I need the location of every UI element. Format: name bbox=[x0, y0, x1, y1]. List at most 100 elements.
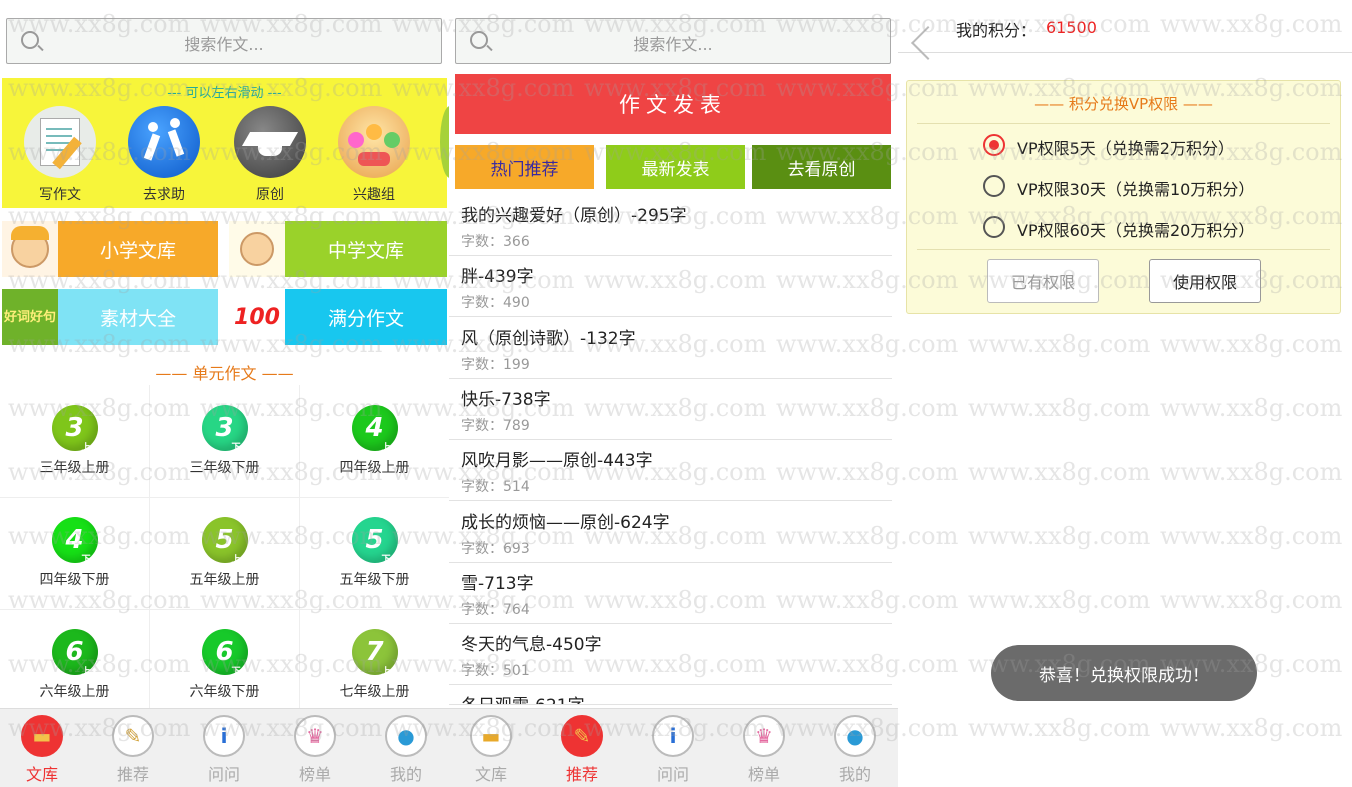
folder-icon: ▬ bbox=[21, 715, 63, 757]
grade-label: 四年级下册 bbox=[39, 572, 110, 588]
article-title: 冬天的气息-450字 bbox=[461, 635, 602, 656]
tab-label: 我的 bbox=[389, 765, 422, 784]
article-row[interactable]: 雪-713字字数：764 bbox=[449, 562, 892, 624]
category-original[interactable]: 原创 bbox=[230, 106, 310, 204]
article-title: 我的兴趣爱好（原创）-295字 bbox=[461, 206, 687, 226]
category-help[interactable]: 去求助 bbox=[124, 106, 204, 204]
radio-icon[interactable] bbox=[983, 216, 1005, 238]
user-icon: ● bbox=[834, 715, 876, 757]
folder-icon: ▬ bbox=[470, 715, 512, 757]
article-row[interactable]: 风（原创诗歌）-132字 字数：199 bbox=[449, 317, 892, 379]
article-title: 雪-713字 bbox=[461, 573, 534, 594]
grade-term: 下 bbox=[231, 443, 241, 453]
article-row[interactable]: 冬天的气息-450字字数：501 bbox=[449, 623, 892, 686]
tab-item[interactable]: i 问问 bbox=[643, 715, 703, 785]
article-row[interactable]: 我的兴趣爱好（原创）-295字字数：366 bbox=[449, 194, 892, 256]
grade-label: 六年级上册 bbox=[39, 684, 110, 700]
article-word-count: 字数：490 bbox=[461, 295, 530, 312]
grade-label: 三年级上册 bbox=[39, 460, 110, 476]
article-title: 风（原创诗歌）-132字 bbox=[461, 328, 636, 349]
article-word-count: 字数：764 bbox=[461, 601, 530, 618]
category-write[interactable]: 写作文 bbox=[20, 106, 100, 204]
crown-icon: ♛ bbox=[743, 715, 785, 757]
bottom-tab-bar: ▬ 文库 ✎ 推荐 i 问问 ♛ 榜单 ● 我的 bbox=[0, 708, 449, 787]
grade-item[interactable]: 4 下四年级下册 bbox=[0, 497, 150, 610]
material-library-button[interactable]: 好词好句 素材大全 bbox=[2, 289, 218, 345]
category-carousel[interactable]: --- 可以左右滑动 --- 写作文 去求助 原创 兴趣组 bbox=[2, 78, 449, 208]
write-icon bbox=[24, 106, 96, 178]
grade-label: 四年级上册 bbox=[339, 460, 410, 476]
tab-label: 榜单 bbox=[747, 765, 780, 784]
article-row[interactable]: 胖-439字 字数：490 bbox=[449, 255, 892, 318]
primary-library-button[interactable]: 小学文库 bbox=[2, 221, 218, 277]
kids-icon bbox=[338, 106, 410, 178]
tab-item[interactable]: ● 我的 bbox=[376, 715, 436, 785]
library-label: 满分作文 bbox=[285, 289, 447, 345]
article-row[interactable]: 快乐-738字 字数：789 bbox=[449, 378, 892, 440]
article-title: 快乐-738字 bbox=[461, 389, 551, 410]
article-word-count: 字数：693 bbox=[461, 540, 530, 557]
radio-icon[interactable] bbox=[983, 175, 1005, 197]
article-word-count: 字数：501 bbox=[461, 663, 530, 680]
grade-label: 三年级下册 bbox=[189, 460, 260, 476]
recommend-screen: 搜索作文... 作文发表 热门推荐 最新发表 去看原创 我的兴趣爱好（原创）-2… bbox=[449, 0, 898, 787]
radio-selected-icon[interactable] bbox=[983, 134, 1005, 156]
search-input[interactable]: 搜索作文... bbox=[6, 18, 442, 64]
score-value: 61500 bbox=[1046, 18, 1097, 37]
grade-badge-icon: 3下 bbox=[201, 405, 248, 453]
grade-item[interactable]: 5 上五年级上册 bbox=[150, 497, 300, 610]
search-input[interactable]: 搜索作文... bbox=[455, 18, 891, 64]
tab-item[interactable]: i 问问 bbox=[194, 715, 254, 785]
points-screen: 我的积分： 61500 —— 积分兑换VP权限 —— VP权限5天（兑换需2万积… bbox=[898, 0, 1352, 787]
tab-item[interactable]: ♛ 榜单 bbox=[285, 715, 345, 785]
article-title: 成长的烦恼——原创-624字 bbox=[461, 512, 670, 533]
category-label: 兴趣组 bbox=[353, 187, 395, 203]
bottom-tab-bar: ▬ 文库 ✎ 推荐 i 问问 ♛ 榜单 ● 我的 bbox=[449, 708, 898, 787]
hot-recommend-button[interactable]: 热门推荐 bbox=[455, 145, 594, 189]
library-label: 小学文库 bbox=[58, 221, 218, 277]
category-label: 写作文 bbox=[39, 187, 81, 203]
grade-badge-icon: 3上 bbox=[51, 405, 98, 453]
middle-library-button[interactable]: 中学文库 bbox=[229, 221, 447, 277]
have-permission-button[interactable]: 已有权限 bbox=[987, 259, 1099, 303]
publish-essay-button[interactable]: 作文发表 bbox=[455, 74, 891, 134]
tab-label: 我的 bbox=[838, 765, 871, 784]
library-label: 中学文库 bbox=[285, 221, 447, 277]
grade-term: 上 bbox=[81, 443, 91, 453]
good-words-icon: 好词好句 bbox=[2, 289, 58, 345]
category-interest[interactable]: 兴趣组 bbox=[334, 106, 414, 204]
article-row[interactable]: 成长的烦恼——原创-624字字数：693 bbox=[449, 501, 892, 563]
grade-item[interactable]: 3 下三年级下册 bbox=[150, 385, 300, 498]
tab-item[interactable]: ♛ 榜单 bbox=[734, 715, 794, 785]
latest-button[interactable]: 最新发表 bbox=[606, 145, 745, 189]
option-label: VP权限30天（兑换需10万积分） bbox=[1017, 180, 1255, 199]
grade-term: 上 bbox=[231, 555, 241, 565]
view-original-button[interactable]: 去看原创 bbox=[752, 145, 891, 189]
grade-item[interactable]: 3 上三年级上册 bbox=[0, 385, 150, 498]
back-arrow-icon[interactable] bbox=[911, 26, 945, 60]
category-label: 原创 bbox=[256, 187, 284, 203]
grade-item[interactable]: 5 下五年级下册 bbox=[300, 497, 449, 610]
article-row[interactable]: 风吹月影——原创-443字 字数：514 bbox=[449, 439, 892, 502]
use-permission-button[interactable]: 使用权限 bbox=[1149, 259, 1261, 303]
grade-item[interactable]: 4 上四年级上册 bbox=[300, 385, 449, 498]
article-row[interactable]: 冬日观雪-621字 bbox=[449, 684, 892, 706]
article-word-count: 字数：366 bbox=[461, 234, 530, 250]
grade-term: 下 bbox=[381, 555, 391, 565]
search-placeholder: 搜索作文... bbox=[184, 35, 264, 54]
tab-item[interactable]: ● 我的 bbox=[825, 715, 885, 785]
category-label: 去求助 bbox=[143, 187, 185, 203]
grade-item[interactable]: 6 上六年级上册 bbox=[0, 609, 150, 722]
article-title: 风吹月影——原创-443字 bbox=[461, 451, 653, 472]
tab-item[interactable]: ✎ 推荐 bbox=[103, 715, 163, 785]
grade-item[interactable]: 6 下六年级下册 bbox=[150, 609, 300, 722]
slide-hint: --- 可以左右滑动 --- bbox=[167, 86, 282, 101]
tab-item[interactable]: ✎ 推荐 bbox=[552, 715, 612, 785]
tab-item[interactable]: ▬ 文库 bbox=[461, 715, 521, 785]
score-label: 我的积分： bbox=[956, 21, 1037, 40]
grade-badge-icon: 5下 bbox=[351, 517, 398, 565]
full-score-library-button[interactable]: 100 满分作文 bbox=[229, 289, 447, 345]
tab-item[interactable]: ▬ 文库 bbox=[12, 715, 72, 785]
grade-item[interactable]: 7 上七年级上册 bbox=[300, 609, 449, 722]
grade-label: 六年级下册 bbox=[189, 684, 260, 700]
